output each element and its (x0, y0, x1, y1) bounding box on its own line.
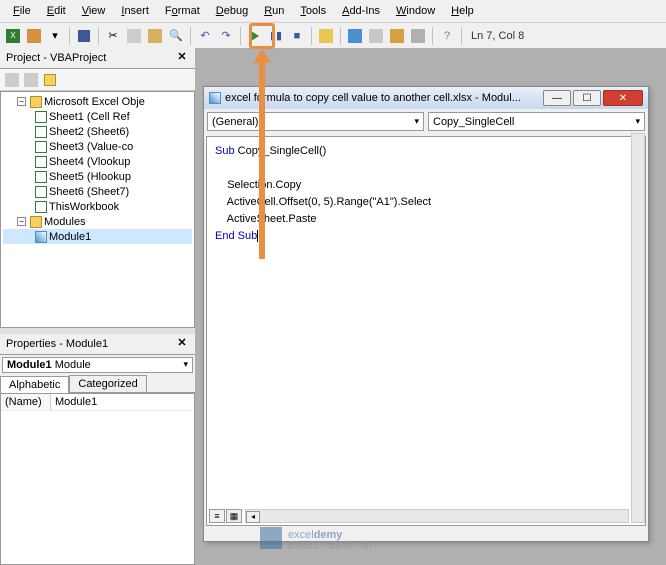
code-window: excel formula to copy cell value to anot… (203, 86, 649, 542)
toolbox-icon[interactable] (409, 27, 427, 45)
properties-title-text: Properties - Module1 (6, 338, 108, 350)
insert-object-icon[interactable] (25, 27, 43, 45)
tree-modules-folder[interactable]: −Modules (3, 214, 192, 229)
project-explorer-toolbar (0, 69, 195, 91)
break-icon[interactable]: ▮▮ (267, 27, 285, 45)
procedure-combo[interactable]: Copy_SingleCell▾ (428, 112, 645, 131)
close-properties-pane-icon[interactable]: ✕ (175, 337, 189, 351)
tree-excel-objects-folder[interactable]: −Microsoft Excel Obje (3, 94, 192, 109)
toolbar: X ▾ ✂ 🔍 ↶ ↷ ▮▮ ■ ? Ln 7, Col 8 (0, 23, 666, 49)
close-project-pane-icon[interactable]: ✕ (175, 51, 189, 65)
properties-tabs: Alphabetic Categorized (0, 375, 195, 393)
menu-bar: File Edit View Insert Format Debug Run T… (0, 0, 666, 23)
toggle-folders-icon[interactable] (42, 72, 58, 88)
undo-icon[interactable]: ↶ (196, 27, 214, 45)
property-name: (Name) (1, 394, 51, 410)
copy-icon[interactable] (125, 27, 143, 45)
tree-sheet[interactable]: Sheet6 (Sheet7) (3, 184, 192, 199)
tree-sheet[interactable]: Sheet3 (Value-co (3, 139, 192, 154)
close-button[interactable]: ✕ (603, 90, 643, 106)
project-tree[interactable]: −Microsoft Excel Obje Sheet1 (Cell Ref S… (0, 91, 195, 328)
code-window-titlebar[interactable]: excel formula to copy cell value to anot… (204, 87, 648, 109)
watermark-logo-icon (260, 527, 282, 549)
menu-debug[interactable]: Debug (209, 3, 255, 19)
property-row: (Name) Module1 (1, 394, 194, 411)
tree-sheet[interactable]: Sheet4 (Vlookup (3, 154, 192, 169)
tree-sheet[interactable]: Sheet2 (Sheet6) (3, 124, 192, 139)
menu-window[interactable]: Window (389, 3, 442, 19)
tree-sheet[interactable]: Sheet1 (Cell Ref (3, 109, 192, 124)
watermark: exceldemy EXCEL · DATA · BI (260, 525, 372, 551)
redo-icon[interactable]: ↷ (217, 27, 235, 45)
properties-grid[interactable]: (Name) Module1 (0, 393, 195, 565)
menu-format[interactable]: Format (158, 3, 207, 19)
menu-view[interactable]: View (75, 3, 113, 19)
maximize-button[interactable]: ☐ (573, 90, 601, 106)
tree-thisworkbook[interactable]: ThisWorkbook (3, 199, 192, 214)
design-mode-icon[interactable] (317, 27, 335, 45)
module-icon (209, 92, 221, 104)
menu-run[interactable]: Run (257, 3, 291, 19)
reset-icon[interactable]: ■ (288, 27, 306, 45)
cut-icon[interactable]: ✂ (104, 27, 122, 45)
tree-module1[interactable]: Module1 (3, 229, 192, 244)
tab-categorized[interactable]: Categorized (69, 375, 146, 392)
project-explorer-icon[interactable] (346, 27, 364, 45)
menu-insert[interactable]: Insert (114, 3, 156, 19)
menu-file[interactable]: File (6, 3, 38, 19)
help-icon[interactable]: ? (438, 27, 456, 45)
properties-window-icon[interactable] (367, 27, 385, 45)
menu-help[interactable]: Help (444, 3, 481, 19)
project-title-text: Project - VBAProject (6, 52, 106, 64)
code-editor[interactable]: Sub Copy_SingleCell() Selection.Copy Act… (206, 136, 646, 526)
save-icon[interactable] (75, 27, 93, 45)
run-icon[interactable] (246, 27, 264, 45)
minimize-button[interactable]: — (543, 90, 571, 106)
code-window-title: excel formula to copy cell value to anot… (225, 92, 539, 104)
excel-icon[interactable]: X (4, 27, 22, 45)
properties-object-select[interactable]: Module1 Module ▾ (2, 357, 193, 373)
full-module-view-icon[interactable]: ▦ (226, 509, 242, 523)
menu-edit[interactable]: Edit (40, 3, 73, 19)
object-combo[interactable]: (General)▾ (207, 112, 424, 131)
find-icon[interactable]: 🔍 (167, 27, 185, 45)
paste-icon[interactable] (146, 27, 164, 45)
menu-addins[interactable]: Add-Ins (335, 3, 387, 19)
dropdown-arrow-icon[interactable]: ▾ (46, 27, 64, 45)
view-code-icon[interactable] (4, 72, 20, 88)
horizontal-scrollbar[interactable]: ◂ (245, 509, 629, 523)
view-object-icon[interactable] (23, 72, 39, 88)
properties-title: Properties - Module1 ✕ (0, 334, 195, 355)
property-value[interactable]: Module1 (51, 394, 101, 410)
menu-tools[interactable]: Tools (293, 3, 333, 19)
tab-alphabetic[interactable]: Alphabetic (0, 376, 69, 393)
project-explorer-title: Project - VBAProject ✕ (0, 48, 195, 69)
cursor-position: Ln 7, Col 8 (471, 30, 524, 42)
procedure-view-icon[interactable]: ≡ (209, 509, 225, 523)
vertical-scrollbar[interactable] (631, 133, 645, 523)
object-browser-icon[interactable] (388, 27, 406, 45)
tree-sheet[interactable]: Sheet5 (Hlookup (3, 169, 192, 184)
